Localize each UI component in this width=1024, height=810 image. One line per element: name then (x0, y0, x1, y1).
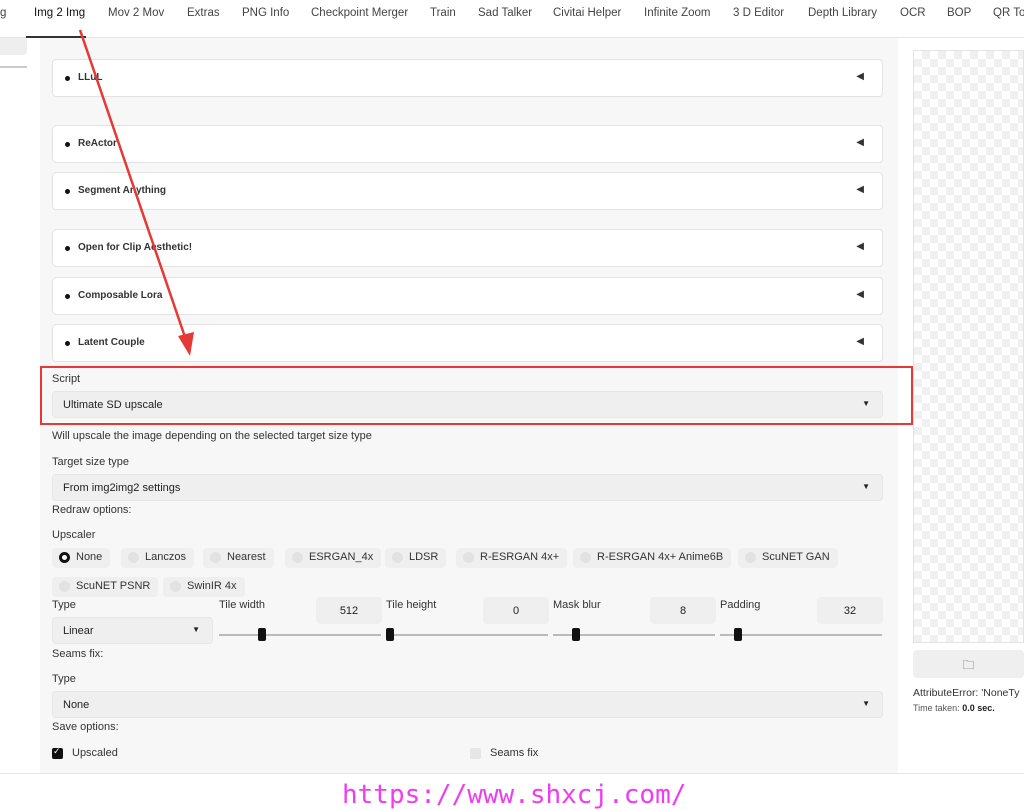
red-arrow-annotation (78, 29, 194, 356)
